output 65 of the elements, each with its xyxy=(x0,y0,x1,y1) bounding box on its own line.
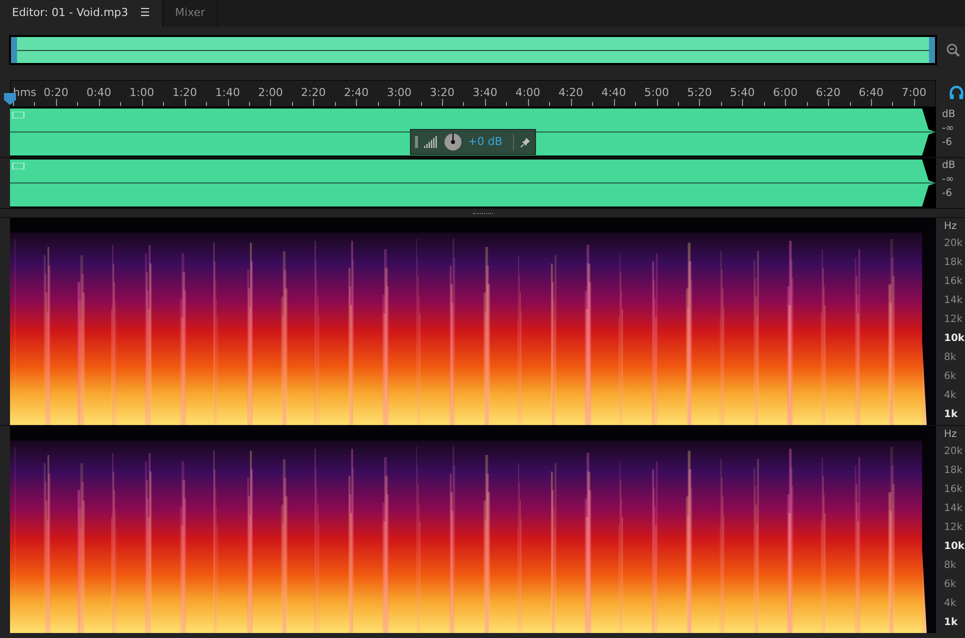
ruler-label: 7:00 xyxy=(902,85,926,101)
frequency-label: 20k xyxy=(944,237,964,251)
frequency-label: 6k xyxy=(944,370,958,384)
db-label: -∞ xyxy=(942,173,955,187)
axis-unit: Hz xyxy=(944,428,958,442)
hud-panel[interactable]: +0 dB xyxy=(410,129,536,155)
db-label: dB xyxy=(942,108,956,122)
tab-label: Editor: 01 - Void.mp3 xyxy=(12,5,128,22)
signal-icon xyxy=(424,136,438,148)
ruler-label: 0:40 xyxy=(86,85,112,101)
frequency-label: 12k xyxy=(944,521,964,535)
ruler-label: 4:00 xyxy=(516,85,540,101)
tab[interactable]: Editor: 01 - Void.mp3 ☰ xyxy=(0,0,164,27)
frequency-label: 18k xyxy=(944,256,964,270)
ruler-label: 5:20 xyxy=(687,85,712,101)
ruler-label: 4:40 xyxy=(601,85,626,101)
frequency-label: 1k xyxy=(944,408,959,422)
ruler-label: 1:40 xyxy=(215,85,240,101)
ruler-label: 6:40 xyxy=(858,85,884,101)
grip-icon xyxy=(415,136,418,148)
frequency-label: 14k xyxy=(944,294,964,308)
frequency-label: 10k xyxy=(944,332,965,346)
ruler-label: 4:20 xyxy=(558,85,584,101)
menu-icon[interactable]: ☰ xyxy=(140,5,150,22)
frequency-label: 16k xyxy=(944,275,964,289)
volume-knob[interactable] xyxy=(444,133,462,151)
ruler-label: 2:20 xyxy=(301,85,326,101)
frequency-label: 4k xyxy=(944,597,958,611)
frequency-label: 4k xyxy=(944,389,958,403)
tab-label: Mixer xyxy=(175,5,206,22)
volume-reading: +0 dB xyxy=(468,134,502,150)
range-handle[interactable] xyxy=(11,37,17,63)
ruler-label: 3:40 xyxy=(472,85,498,101)
frequency-label: 1k xyxy=(944,616,959,630)
frequency-label: 10k xyxy=(944,540,965,554)
ruler-label: 5:40 xyxy=(730,85,755,101)
ruler-label: 5:00 xyxy=(644,85,669,101)
frequency-label: 8k xyxy=(944,559,958,573)
ruler-label: 0:20 xyxy=(44,85,68,101)
ruler-label: 3:00 xyxy=(386,85,412,101)
frequency-label: 6k xyxy=(944,578,958,592)
frequency-label: 20k xyxy=(944,445,964,459)
overview-bar[interactable] xyxy=(9,35,937,65)
db-label: -6 xyxy=(942,136,953,150)
db-label: -∞ xyxy=(942,122,955,136)
ruler-label: 6:20 xyxy=(816,85,841,101)
frequency-label: 12k xyxy=(944,313,964,327)
pin-icon[interactable] xyxy=(520,136,531,148)
playhead-marker[interactable] xyxy=(4,93,16,105)
db-label: -6 xyxy=(942,187,953,201)
frequency-label: 8k xyxy=(944,351,958,365)
frequency-label: 18k xyxy=(944,464,964,478)
headphones-icon[interactable] xyxy=(949,85,964,100)
zoom-out-icon[interactable] xyxy=(945,42,961,58)
ruler-label: 6:00 xyxy=(772,85,798,101)
frequency-label: 14k xyxy=(944,502,964,516)
frequency-label: 16k xyxy=(944,483,964,497)
ruler-label: 1:00 xyxy=(129,85,154,101)
ruler-label: 3:20 xyxy=(430,85,454,101)
db-label: dB xyxy=(942,159,956,173)
ruler-label: 1:20 xyxy=(172,85,198,101)
ruler-label: 2:00 xyxy=(258,85,283,101)
range-handle[interactable] xyxy=(929,37,935,63)
ruler-label: 2:40 xyxy=(344,85,369,101)
axis-unit: Hz xyxy=(944,220,958,234)
